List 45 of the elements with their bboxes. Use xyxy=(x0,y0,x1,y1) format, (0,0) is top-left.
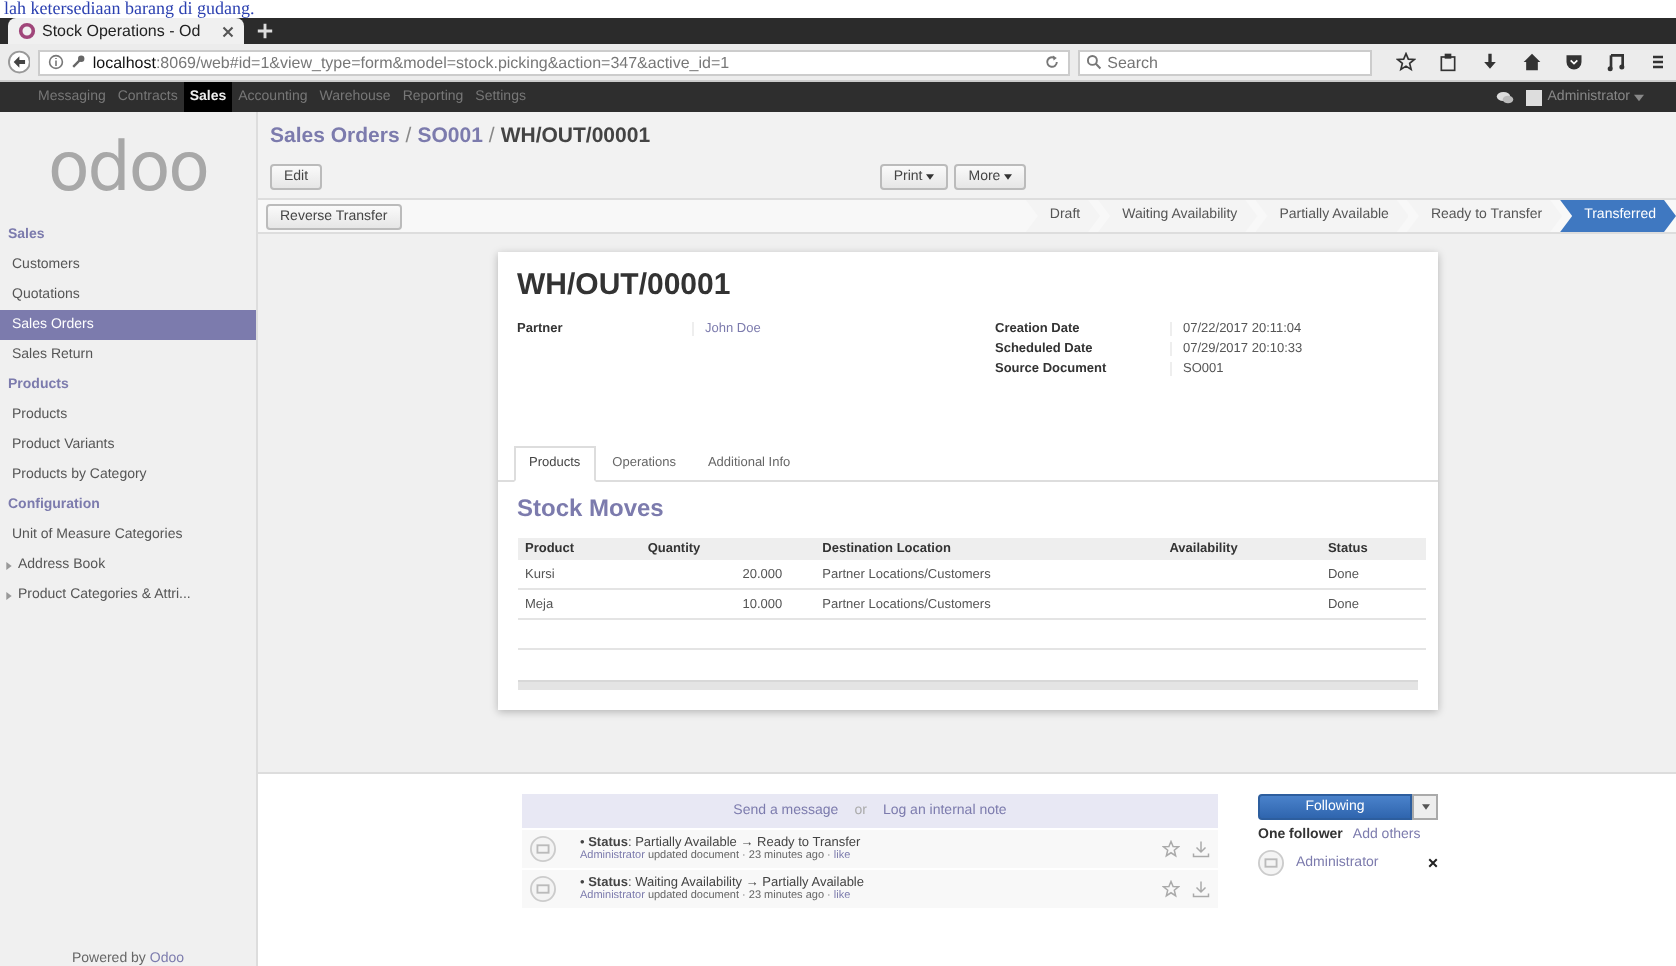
home-icon[interactable] xyxy=(1522,52,1542,72)
search-icon xyxy=(1085,54,1102,70)
star-icon[interactable] xyxy=(1396,52,1416,72)
search-field[interactable]: Search xyxy=(1077,49,1372,75)
music-icon[interactable] xyxy=(1606,52,1626,72)
breadcrumb-link[interactable]: SO001 xyxy=(417,124,483,148)
breadcrumb-separator: / xyxy=(405,124,412,148)
menu-icon[interactable] xyxy=(1648,52,1668,72)
reload-icon[interactable] xyxy=(1043,54,1060,70)
expand-icon xyxy=(6,561,12,569)
info-icon xyxy=(48,54,65,70)
caret-icon xyxy=(1421,804,1429,810)
clipboard-icon[interactable] xyxy=(1438,52,1458,72)
breadcrumb-link[interactable]: Sales Orders xyxy=(270,124,400,148)
breadcrumb-separator: / xyxy=(488,124,495,148)
new-tab-icon[interactable] xyxy=(256,22,274,40)
section-title: Stock Moves xyxy=(515,492,666,526)
caret-icon xyxy=(1634,93,1644,101)
remove-icon[interactable] xyxy=(1428,858,1438,868)
document-caption: lah ketersediaan barang di gudang. xyxy=(2,0,257,18)
close-icon[interactable] xyxy=(222,25,234,37)
follow-dropdown-button[interactable] xyxy=(1412,794,1438,820)
user-avatar xyxy=(1525,89,1542,105)
avatar-icon xyxy=(1258,850,1284,876)
address-field[interactable]: localhost:8069/web#id=1&view_type=form&model=stock.picking&action=347&active_id=1 xyxy=(38,49,1070,75)
browser-tab[interactable]: Stock Operations - Od xyxy=(8,18,244,44)
record-title: WH/OUT/00001 xyxy=(515,268,733,302)
star-icon[interactable] xyxy=(1162,880,1180,898)
caret-icon xyxy=(1004,174,1013,180)
avatar-icon xyxy=(530,836,556,862)
expand-icon xyxy=(6,591,12,599)
url-host: localhost xyxy=(92,53,156,71)
download-icon[interactable] xyxy=(1480,52,1500,72)
star-icon[interactable] xyxy=(1162,840,1180,858)
caret-icon xyxy=(926,174,935,180)
logo: odoo xyxy=(46,126,210,212)
key-icon xyxy=(70,54,87,70)
pocket-icon[interactable] xyxy=(1564,52,1584,72)
chat-icon[interactable] xyxy=(1495,89,1514,105)
breadcrumb-current: WH/OUT/00001 xyxy=(500,124,651,148)
url-path: :8069/web#id=1&view_type=form&model=stock.picking&action=347&active_id=1 xyxy=(155,53,730,71)
tab-title: Stock Operations - Od xyxy=(42,22,203,40)
site-icon xyxy=(18,22,36,40)
back-icon[interactable] xyxy=(8,50,31,74)
avatar-icon xyxy=(530,876,556,902)
